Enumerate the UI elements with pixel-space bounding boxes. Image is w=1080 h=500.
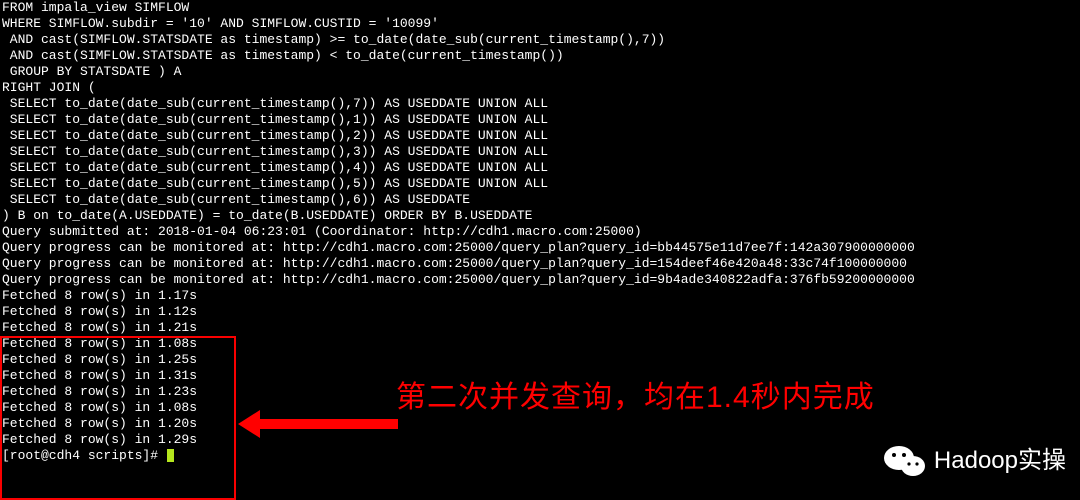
watermark: Hadoop实操 [884, 444, 1066, 478]
sql-line: SELECT to_date(date_sub(current_timestam… [0, 128, 1080, 144]
sql-line: GROUP BY STATSDATE ) A [0, 64, 1080, 80]
sql-line: SELECT to_date(date_sub(current_timestam… [0, 96, 1080, 112]
fetched-line: Fetched 8 row(s) in 1.17s [0, 288, 1080, 304]
fetched-line: Fetched 8 row(s) in 1.20s [0, 416, 1080, 432]
fetched-line: Fetched 8 row(s) in 1.08s [0, 336, 1080, 352]
watermark-label: Hadoop实操 [934, 453, 1066, 469]
sql-line: SELECT to_date(date_sub(current_timestam… [0, 112, 1080, 128]
sql-line: FROM impala_view SIMFLOW [0, 0, 1080, 16]
terminal-window: FROM impala_view SIMFLOWWHERE SIMFLOW.su… [0, 0, 1080, 500]
fetched-line: Fetched 8 row(s) in 1.21s [0, 320, 1080, 336]
cursor [167, 449, 174, 462]
sql-line: SELECT to_date(date_sub(current_timestam… [0, 176, 1080, 192]
status-line: Query progress can be monitored at: http… [0, 240, 1080, 256]
sql-line: AND cast(SIMFLOW.STATSDATE as timestamp)… [0, 32, 1080, 48]
fetched-line: Fetched 8 row(s) in 1.25s [0, 352, 1080, 368]
prompt-text: [root@cdh4 scripts]# [2, 448, 158, 463]
sql-line: SELECT to_date(date_sub(current_timestam… [0, 160, 1080, 176]
sql-line: AND cast(SIMFLOW.STATSDATE as timestamp)… [0, 48, 1080, 64]
sql-line: ) B on to_date(A.USEDDATE) = to_date(B.U… [0, 208, 1080, 224]
fetched-line: Fetched 8 row(s) in 1.12s [0, 304, 1080, 320]
status-line: Query progress can be monitored at: http… [0, 256, 1080, 272]
sql-line: SELECT to_date(date_sub(current_timestam… [0, 192, 1080, 208]
status-line: Query submitted at: 2018-01-04 06:23:01 … [0, 224, 1080, 240]
sql-line: SELECT to_date(date_sub(current_timestam… [0, 144, 1080, 160]
sql-line: RIGHT JOIN ( [0, 80, 1080, 96]
annotation-text: 第二次并发查询，均在1.4秒内完成 [396, 390, 875, 406]
status-line: Query progress can be monitored at: http… [0, 272, 1080, 288]
sql-line: WHERE SIMFLOW.subdir = '10' AND SIMFLOW.… [0, 16, 1080, 32]
wechat-icon [884, 444, 926, 478]
